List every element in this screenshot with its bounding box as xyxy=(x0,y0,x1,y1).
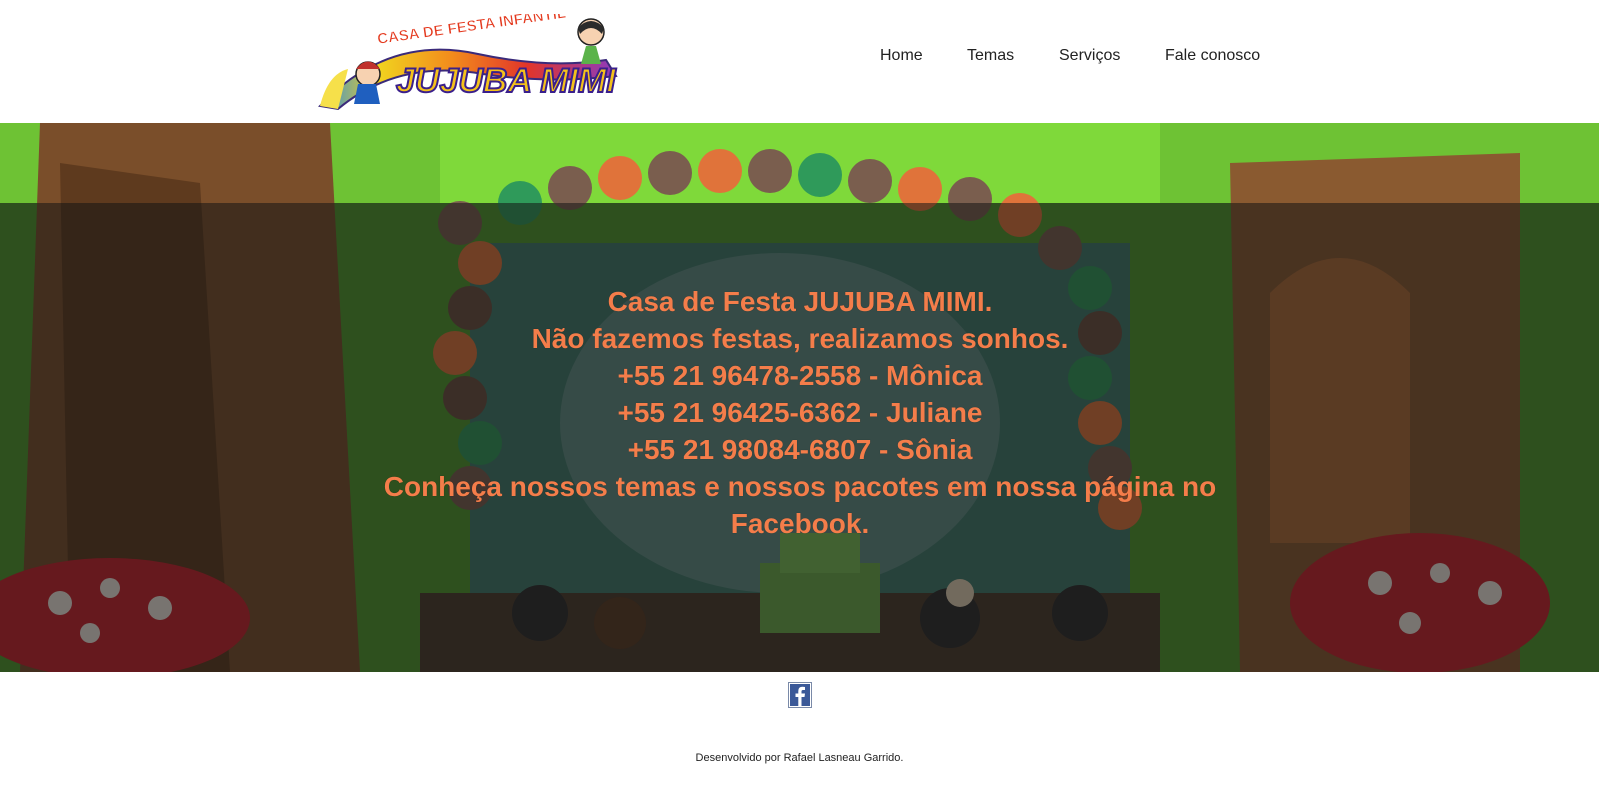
nav-home[interactable]: Home xyxy=(880,47,923,65)
hero-line-facebook-2: Facebook. xyxy=(730,508,870,539)
hero-line-phone-sonia: +55 21 98084-6807 - Sônia xyxy=(627,434,973,465)
hero-line-facebook-1: Conheça nossos temas e nossos pacotes em… xyxy=(383,471,1217,502)
site-header: CASA DE FESTA INFANTIL JUJUBA MIMI Home … xyxy=(0,0,1599,123)
nav-fale-conosco[interactable]: Fale conosco xyxy=(1165,47,1260,65)
hero-line-title: Casa de Festa JUJUBA MIMI. xyxy=(607,286,993,317)
site-footer: Desenvolvido por Rafael Lasneau Garrido. xyxy=(0,672,1599,785)
facebook-icon xyxy=(788,682,812,708)
nav-servicos[interactable]: Serviços xyxy=(1059,47,1120,65)
hero-line-slogan: Não fazemos festas, realizamos sonhos. xyxy=(531,323,1069,354)
nav-temas[interactable]: Temas xyxy=(967,47,1014,65)
hero-banner: Casa de Festa JUJUBA MIMI. Não fazemos f… xyxy=(0,123,1599,672)
facebook-link[interactable] xyxy=(788,682,812,708)
hero-message: Casa de Festa JUJUBA MIMI. Não fazemos f… xyxy=(300,283,1300,542)
svg-text:CASA DE FESTA INFANTIL: CASA DE FESTA INFANTIL xyxy=(376,14,567,48)
developer-credit: Desenvolvido por Rafael Lasneau Garrido. xyxy=(695,752,904,764)
hero-line-phone-monica: +55 21 96478-2558 - Mônica xyxy=(617,360,983,391)
main-nav: Home Temas Serviços Fale conosco xyxy=(0,47,1599,69)
hero-line-phone-juliane: +55 21 96425-6362 - Juliane xyxy=(617,397,983,428)
